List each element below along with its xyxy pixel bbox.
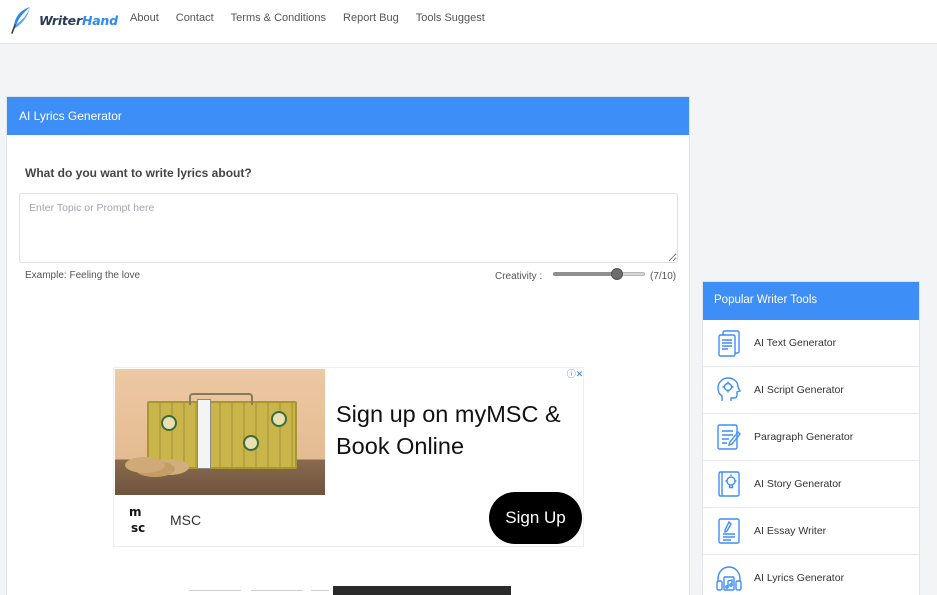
topic-input[interactable] [19, 193, 678, 263]
ad-signup-button[interactable]: Sign Up [489, 492, 582, 544]
popular-tools-title: Popular Writer Tools [703, 282, 919, 320]
tool-label: AI Story Generator [754, 478, 842, 490]
top-navbar: WriterHand About Contact Terms & Conditi… [0, 0, 937, 44]
preview-column [311, 586, 329, 595]
generator-card: AI Lyrics Generator What do you want to … [6, 96, 690, 595]
ad-brand: MSC [170, 512, 202, 528]
ad-headline[interactable]: Sign up on myMSC & Book Online [336, 398, 576, 462]
preview-column [251, 586, 303, 595]
preview-column [189, 586, 241, 595]
feather-quill-icon [11, 7, 30, 34]
nav-contact[interactable]: Contact [176, 12, 214, 24]
svg-text:m: m [129, 505, 142, 519]
tool-label: AI Text Generator [754, 337, 837, 349]
tool-label: AI Lyrics Generator [754, 572, 845, 584]
creativity-slider[interactable] [553, 267, 645, 281]
nav-terms[interactable]: Terms & Conditions [231, 12, 326, 24]
generator-title: AI Lyrics Generator [7, 97, 689, 135]
preview-dark-block [333, 586, 511, 595]
nav-about[interactable]: About [130, 12, 159, 24]
msc-logo-icon: m sc [129, 505, 145, 534]
content-preview-strip [189, 586, 511, 595]
head-gear-icon [714, 375, 744, 405]
tool-ai-script-generator[interactable]: AI Script Generator [703, 367, 919, 414]
logo-text: WriterHand [39, 12, 118, 28]
slider-fill [553, 272, 618, 276]
tool-ai-lyrics-generator[interactable]: AI Lyrics Generator [703, 555, 919, 595]
prompt-question: What do you want to write lyrics about? [25, 166, 252, 180]
ad-image-nuts [125, 457, 165, 473]
tool-label: AI Essay Writer [754, 525, 827, 537]
tool-label: AI Script Generator [754, 384, 844, 396]
nav-report-bug[interactable]: Report Bug [343, 12, 399, 24]
creativity-label: Creativity : [495, 271, 543, 282]
edit-document-icon [714, 422, 744, 452]
ad-choices-icon[interactable]: ⓘ✕ [566, 368, 584, 380]
ad-image[interactable] [115, 369, 325, 495]
main-nav: About Contact Terms & Conditions Report … [130, 12, 502, 24]
nav-tools-suggest[interactable]: Tools Suggest [416, 12, 485, 24]
popular-tools-card: Popular Writer Tools AI Text Generator A… [702, 281, 920, 595]
tool-ai-story-generator[interactable]: AI Story Generator [703, 461, 919, 508]
tool-ai-essay-writer[interactable]: AI Essay Writer [703, 508, 919, 555]
site-logo[interactable]: WriterHand [10, 5, 118, 35]
creativity-value: (7/10) [650, 271, 677, 282]
ad-image-stamp [243, 435, 259, 451]
tool-label: Paragraph Generator [754, 431, 854, 443]
advertisement[interactable]: ⓘ✕ Sign up on myMSC & Book Online m sc M… [113, 367, 584, 547]
ad-image-stamp [161, 415, 177, 431]
svg-text:sc: sc [131, 521, 145, 534]
ad-image-stamp [271, 411, 287, 427]
ad-image-tag [197, 399, 211, 469]
tool-ai-text-generator[interactable]: AI Text Generator [703, 320, 919, 367]
tool-paragraph-generator[interactable]: Paragraph Generator [703, 414, 919, 461]
headphones-music-icon [714, 563, 744, 593]
book-lightbulb-icon [714, 469, 744, 499]
slider-thumb[interactable] [611, 268, 624, 280]
example-hint: Example: Feeling the love [25, 270, 141, 281]
text-document-icon [714, 328, 744, 358]
essay-pencil-icon [714, 516, 744, 546]
